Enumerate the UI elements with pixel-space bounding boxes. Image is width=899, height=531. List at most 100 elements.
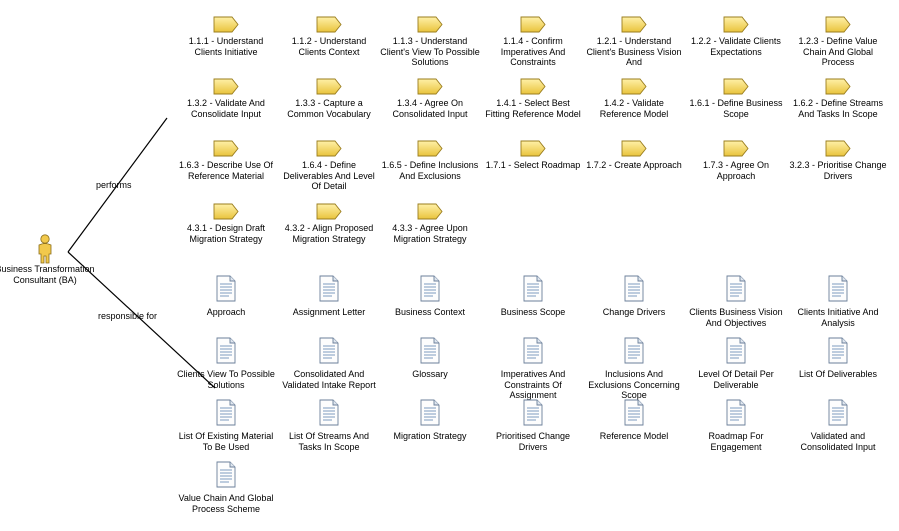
document-label: Clients Initiative And Analysis (797, 307, 879, 328)
process-node[interactable]: 1.3.2 - Validate And Consolidate Input (176, 78, 276, 119)
document-node[interactable]: Clients View To Possible Solutions (176, 337, 276, 390)
document-label: List Of Deliverables (798, 369, 878, 379)
document-node[interactable]: Approach (176, 275, 276, 318)
document-node[interactable]: Level Of Detail Per Deliverable (686, 337, 786, 390)
process-node[interactable]: 1.7.3 - Agree On Approach (686, 140, 786, 181)
process-label: 1.6.1 - Define Business Scope (689, 98, 783, 119)
process-node[interactable]: 1.6.1 - Define Business Scope (686, 78, 786, 119)
process-label: 1.3.4 - Agree On Consolidated Input (392, 98, 468, 119)
document-icon (828, 399, 848, 426)
document-icon (216, 337, 236, 364)
process-icon (316, 16, 342, 33)
document-label: List Of Streams And Tasks In Scope (288, 431, 370, 452)
document-label: Value Chain And Global Process Scheme (178, 493, 274, 514)
process-node[interactable]: 1.2.3 - Define Value Chain And Global Pr… (788, 16, 888, 68)
process-node[interactable]: 1.6.3 - Describe Use Of Reference Materi… (176, 140, 276, 181)
process-icon (213, 16, 239, 33)
process-label: 1.2.2 - Validate Clients Expectations (691, 36, 781, 57)
process-node[interactable]: 1.4.2 - Validate Reference Model (584, 78, 684, 119)
document-node[interactable]: List Of Existing Material To Be Used (176, 399, 276, 452)
process-label: 1.1.1 - Understand Clients Initiative (188, 36, 264, 57)
document-icon (624, 337, 644, 364)
process-icon (316, 78, 342, 95)
process-icon (723, 140, 749, 157)
process-node[interactable]: 4.3.3 - Agree Upon Migration Strategy (380, 203, 480, 244)
person-icon (38, 234, 52, 264)
document-node[interactable]: Value Chain And Global Process Scheme (176, 461, 276, 514)
process-node[interactable]: 1.4.1 - Select Best Fitting Reference Mo… (483, 78, 583, 119)
process-label: 1.3.3 - Capture a Common Vocabulary (287, 98, 371, 119)
process-label: 1.6.2 - Define Streams And Tasks In Scop… (792, 98, 884, 119)
process-node[interactable]: 1.1.4 - Confirm Imperatives And Constrai… (483, 16, 583, 68)
document-label: Roadmap For Engagement (708, 431, 764, 452)
document-node[interactable]: Clients Initiative And Analysis (788, 275, 888, 328)
process-node[interactable]: 1.7.1 - Select Roadmap (483, 140, 583, 171)
process-label: 1.3.2 - Validate And Consolidate Input (187, 98, 265, 119)
document-icon (726, 275, 746, 302)
process-icon (621, 140, 647, 157)
document-node[interactable]: Change Drivers (584, 275, 684, 318)
process-label: 1.7.1 - Select Roadmap (485, 160, 581, 170)
process-node[interactable]: 1.2.2 - Validate Clients Expectations (686, 16, 786, 57)
process-label: 1.1.3 - Understand Client's View To Poss… (380, 36, 480, 67)
actor[interactable]: Business Transformation Consultant (BA) (0, 234, 95, 285)
document-label: List Of Existing Material To Be Used (178, 431, 274, 452)
document-node[interactable]: Reference Model (584, 399, 684, 442)
document-node[interactable]: Business Scope (483, 275, 583, 318)
process-node[interactable]: 4.3.2 - Align Proposed Migration Strateg… (279, 203, 379, 244)
document-node[interactable]: Inclusions And Exclusions Concerning Sco… (584, 337, 684, 401)
process-label: 3.2.3 - Prioritise Change Drivers (789, 160, 887, 181)
responsible-for-label: responsible for (98, 311, 158, 321)
document-node[interactable]: Assignment Letter (279, 275, 379, 318)
process-label: 1.7.2 - Create Approach (586, 160, 682, 170)
document-node[interactable]: Imperatives And Constraints Of Assignmen… (483, 337, 583, 401)
process-node[interactable]: 1.3.3 - Capture a Common Vocabulary (279, 78, 379, 119)
document-icon (420, 275, 440, 302)
process-icon (825, 140, 851, 157)
document-label: Approach (206, 307, 246, 317)
process-label: 1.4.2 - Validate Reference Model (599, 98, 669, 119)
process-node[interactable]: 1.6.4 - Define Deliverables And Level Of… (279, 140, 379, 192)
process-node[interactable]: 1.1.3 - Understand Client's View To Poss… (380, 16, 480, 68)
document-node[interactable]: Consolidated And Validated Intake Report (279, 337, 379, 390)
document-node[interactable]: Migration Strategy (380, 399, 480, 442)
actor-name: Business Transformation Consultant (BA) (0, 264, 95, 285)
process-icon (825, 16, 851, 33)
document-label: Change Drivers (602, 307, 666, 317)
process-icon (417, 140, 443, 157)
document-node[interactable]: Clients Business Vision And Objectives (686, 275, 786, 328)
document-node[interactable]: Prioritised Change Drivers (483, 399, 583, 452)
diagram-canvas: Business Transformation Consultant (BA) … (0, 0, 899, 531)
document-label: Reference Model (599, 431, 669, 441)
document-icon (319, 337, 339, 364)
process-icon (621, 78, 647, 95)
document-label: Business Scope (500, 307, 566, 317)
process-icon (825, 78, 851, 95)
process-icon (520, 16, 546, 33)
document-icon (319, 399, 339, 426)
document-node[interactable]: Glossary (380, 337, 480, 380)
document-icon (828, 275, 848, 302)
process-icon (316, 140, 342, 157)
process-node[interactable]: 1.7.2 - Create Approach (584, 140, 684, 171)
document-icon (420, 337, 440, 364)
process-node[interactable]: 1.6.5 - Define Inclusions And Exclusions (380, 140, 480, 181)
document-node[interactable]: Validated and Consolidated Input (788, 399, 888, 452)
process-node[interactable]: 1.1.1 - Understand Clients Initiative (176, 16, 276, 57)
process-node[interactable]: 1.6.2 - Define Streams And Tasks In Scop… (788, 78, 888, 119)
process-node[interactable]: 4.3.1 - Design Draft Migration Strategy (176, 203, 276, 244)
process-node[interactable]: 1.2.1 - Understand Client's Business Vis… (584, 16, 684, 68)
process-icon (316, 203, 342, 220)
process-node[interactable]: 1.1.2 - Understand Clients Context (279, 16, 379, 57)
document-node[interactable]: Business Context (380, 275, 480, 318)
document-node[interactable]: Roadmap For Engagement (686, 399, 786, 452)
process-node[interactable]: 1.3.4 - Agree On Consolidated Input (380, 78, 480, 119)
process-label: 4.3.3 - Agree Upon Migration Strategy (392, 223, 468, 244)
document-node[interactable]: List Of Deliverables (788, 337, 888, 380)
document-node[interactable]: List Of Streams And Tasks In Scope (279, 399, 379, 452)
process-label: 1.2.3 - Define Value Chain And Global Pr… (798, 36, 878, 67)
process-label: 1.6.3 - Describe Use Of Reference Materi… (178, 160, 274, 181)
process-icon (417, 16, 443, 33)
process-node[interactable]: 3.2.3 - Prioritise Change Drivers (788, 140, 888, 181)
document-icon (216, 399, 236, 426)
